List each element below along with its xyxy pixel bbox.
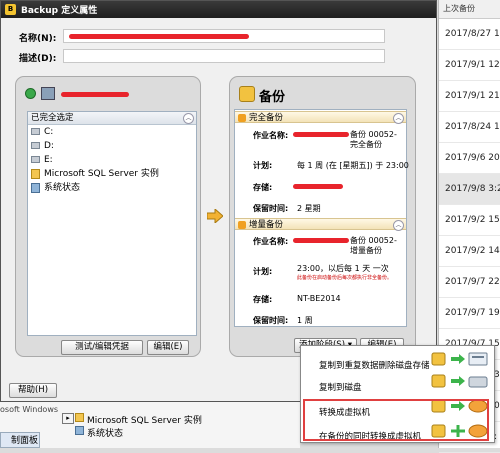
arrow-right-icon [207, 209, 223, 223]
backup-panel-title: 备份 [259, 90, 286, 105]
full-job-name-label: 作业名称: [253, 131, 289, 140]
server-icon [41, 87, 55, 100]
sql-server-icon [31, 169, 40, 179]
redacted-incr-job-name [293, 238, 349, 243]
full-schedule-value: 每 1 周 (在 [星期五]) 于 23:00 [297, 161, 409, 170]
taskbar-item[interactable]: 制面板 [0, 432, 40, 448]
selection-item[interactable]: D: [28, 139, 196, 153]
chevron-up-icon[interactable]: ︿ [183, 113, 194, 124]
dialog-title: Backup 定义属性 [21, 6, 98, 16]
stage-icon [238, 114, 246, 122]
selection-item[interactable]: Microsoft SQL Server 实例 [28, 167, 196, 181]
drive-icon [31, 128, 40, 135]
history-row[interactable]: 2017/9/7 22: [439, 267, 500, 298]
history-row[interactable]: 2017/9/1 12: [439, 50, 500, 81]
full-backup-header[interactable]: 完全备份 ︿ [235, 111, 406, 124]
dialog-title-bar[interactable]: B Backup 定义属性 [1, 1, 436, 18]
full-retention-value: 2 星期 [297, 204, 321, 213]
full-backup-header-label: 完全备份 [249, 113, 284, 123]
chevron-up-icon[interactable]: ︿ [393, 113, 404, 124]
chevron-up-icon[interactable]: ︿ [393, 220, 404, 231]
drive-icon [31, 156, 40, 163]
duplicate-to-dedupe-icon [431, 352, 488, 366]
incremental-backup-header-label: 增量备份 [249, 220, 284, 230]
backup-stage-list: 完全备份 ︿ 作业名称: 备份 00052-完全备份 计划: 每 1 周 (在 … [234, 109, 409, 327]
test-edit-credentials-button[interactable]: 测试/编辑凭据 [61, 340, 143, 355]
fully-selected-label: 已完全选定 [31, 113, 74, 123]
selection-item[interactable]: E: [28, 153, 196, 167]
history-row[interactable]: 2017/8/27 12 [439, 19, 500, 50]
history-row[interactable]: 2017/9/8 3:2 [439, 174, 500, 205]
highlight-annotation-box [303, 399, 489, 441]
full-storage-label: 存储: [253, 183, 273, 192]
name-field[interactable] [63, 29, 385, 43]
last-backup-column-header[interactable]: 上次备份 [439, 0, 500, 19]
menu-item-duplicate-disk[interactable]: 复制到磁盘 [319, 381, 362, 393]
backup-app-icon: B [5, 4, 16, 15]
full-schedule-label: 计划: [253, 161, 273, 170]
sql-server-icon [75, 413, 84, 422]
redacted-full-storage [293, 184, 343, 189]
history-row[interactable]: 2017/9/1 21: [439, 81, 500, 112]
incr-job-name-label: 作业名称: [253, 237, 289, 246]
background-os-text: osoft Windows [0, 405, 59, 414]
redacted-server-name [61, 92, 129, 97]
incr-retention-value: 1 周 [297, 316, 313, 325]
backup-icon [239, 86, 255, 102]
redacted-name [69, 34, 249, 39]
left-edit-button[interactable]: 编辑(E) [147, 340, 189, 355]
incr-retention-label: 保留时间: [253, 316, 289, 325]
full-retention-label: 保留时间: [253, 204, 289, 213]
history-row[interactable]: 2017/9/6 20: [439, 143, 500, 174]
history-row[interactable]: 2017/8/24 18 [439, 112, 500, 143]
incremental-backup-header[interactable]: 增量备份 ︿ [235, 218, 406, 231]
backup-properties-dialog: B Backup 定义属性 名称(N): 描述(D): 已完全选定 ︿ C: D:… [0, 0, 437, 402]
selection-item[interactable]: C: [28, 125, 196, 139]
selection-item-label: D: [44, 141, 54, 151]
incr-schedule-note: 此备份在启动备份后每次都执行非全备份。 [297, 275, 393, 281]
redacted-full-job-name [293, 132, 349, 137]
history-row[interactable]: 2017/9/7 19: [439, 298, 500, 329]
menu-item-duplicate-dedupe[interactable]: 复制到重复数据删除磁盘存储 [319, 359, 430, 371]
incr-schedule-value: 23:00，以后每 1 天 一次 [297, 264, 389, 273]
system-state-icon [75, 426, 84, 435]
incr-job-name-value: 备份 00052-增量备份 [350, 236, 397, 255]
selection-item-label: E: [44, 155, 53, 165]
selection-item-label: C: [44, 127, 54, 137]
incr-schedule-label: 计划: [253, 267, 273, 276]
duplicate-to-disk-icon [431, 374, 488, 388]
name-label: 名称(N): [19, 34, 57, 44]
tree-item-sql[interactable]: Microsoft SQL Server 实例 [87, 413, 202, 426]
history-row[interactable]: 2017/9/2 15: [439, 205, 500, 236]
full-job-name-value: 备份 00052-完全备份 [350, 130, 397, 149]
history-row[interactable]: 2017/9/2 14: [439, 236, 500, 267]
tree-item-system-state[interactable]: 系统状态 [87, 426, 123, 439]
selection-item[interactable]: 系统状态 [28, 181, 196, 195]
system-state-icon [31, 183, 40, 193]
tree-expand-icon[interactable]: ▸ [62, 413, 74, 424]
selection-item-label: 系统状态 [44, 183, 81, 193]
stage-icon [238, 221, 246, 229]
incr-storage-value: NT-BE2014 [297, 294, 341, 303]
selection-item-label: Microsoft SQL Server 实例 [44, 169, 159, 179]
description-field[interactable] [63, 49, 385, 63]
description-label: 描述(D): [19, 54, 57, 64]
selection-list: 已完全选定 ︿ C: D: E: Microsoft SQL Server 实例 系统状… [27, 111, 197, 336]
help-button[interactable]: 帮助(H) [9, 383, 57, 398]
background-window: osoft Windows ▸ Microsoft SQL Server 实例 … [0, 402, 300, 448]
server-status-icon [25, 88, 36, 99]
incr-storage-label: 存储: [253, 295, 273, 304]
drive-icon [31, 142, 40, 149]
fully-selected-header: 已完全选定 ︿ [28, 112, 196, 125]
